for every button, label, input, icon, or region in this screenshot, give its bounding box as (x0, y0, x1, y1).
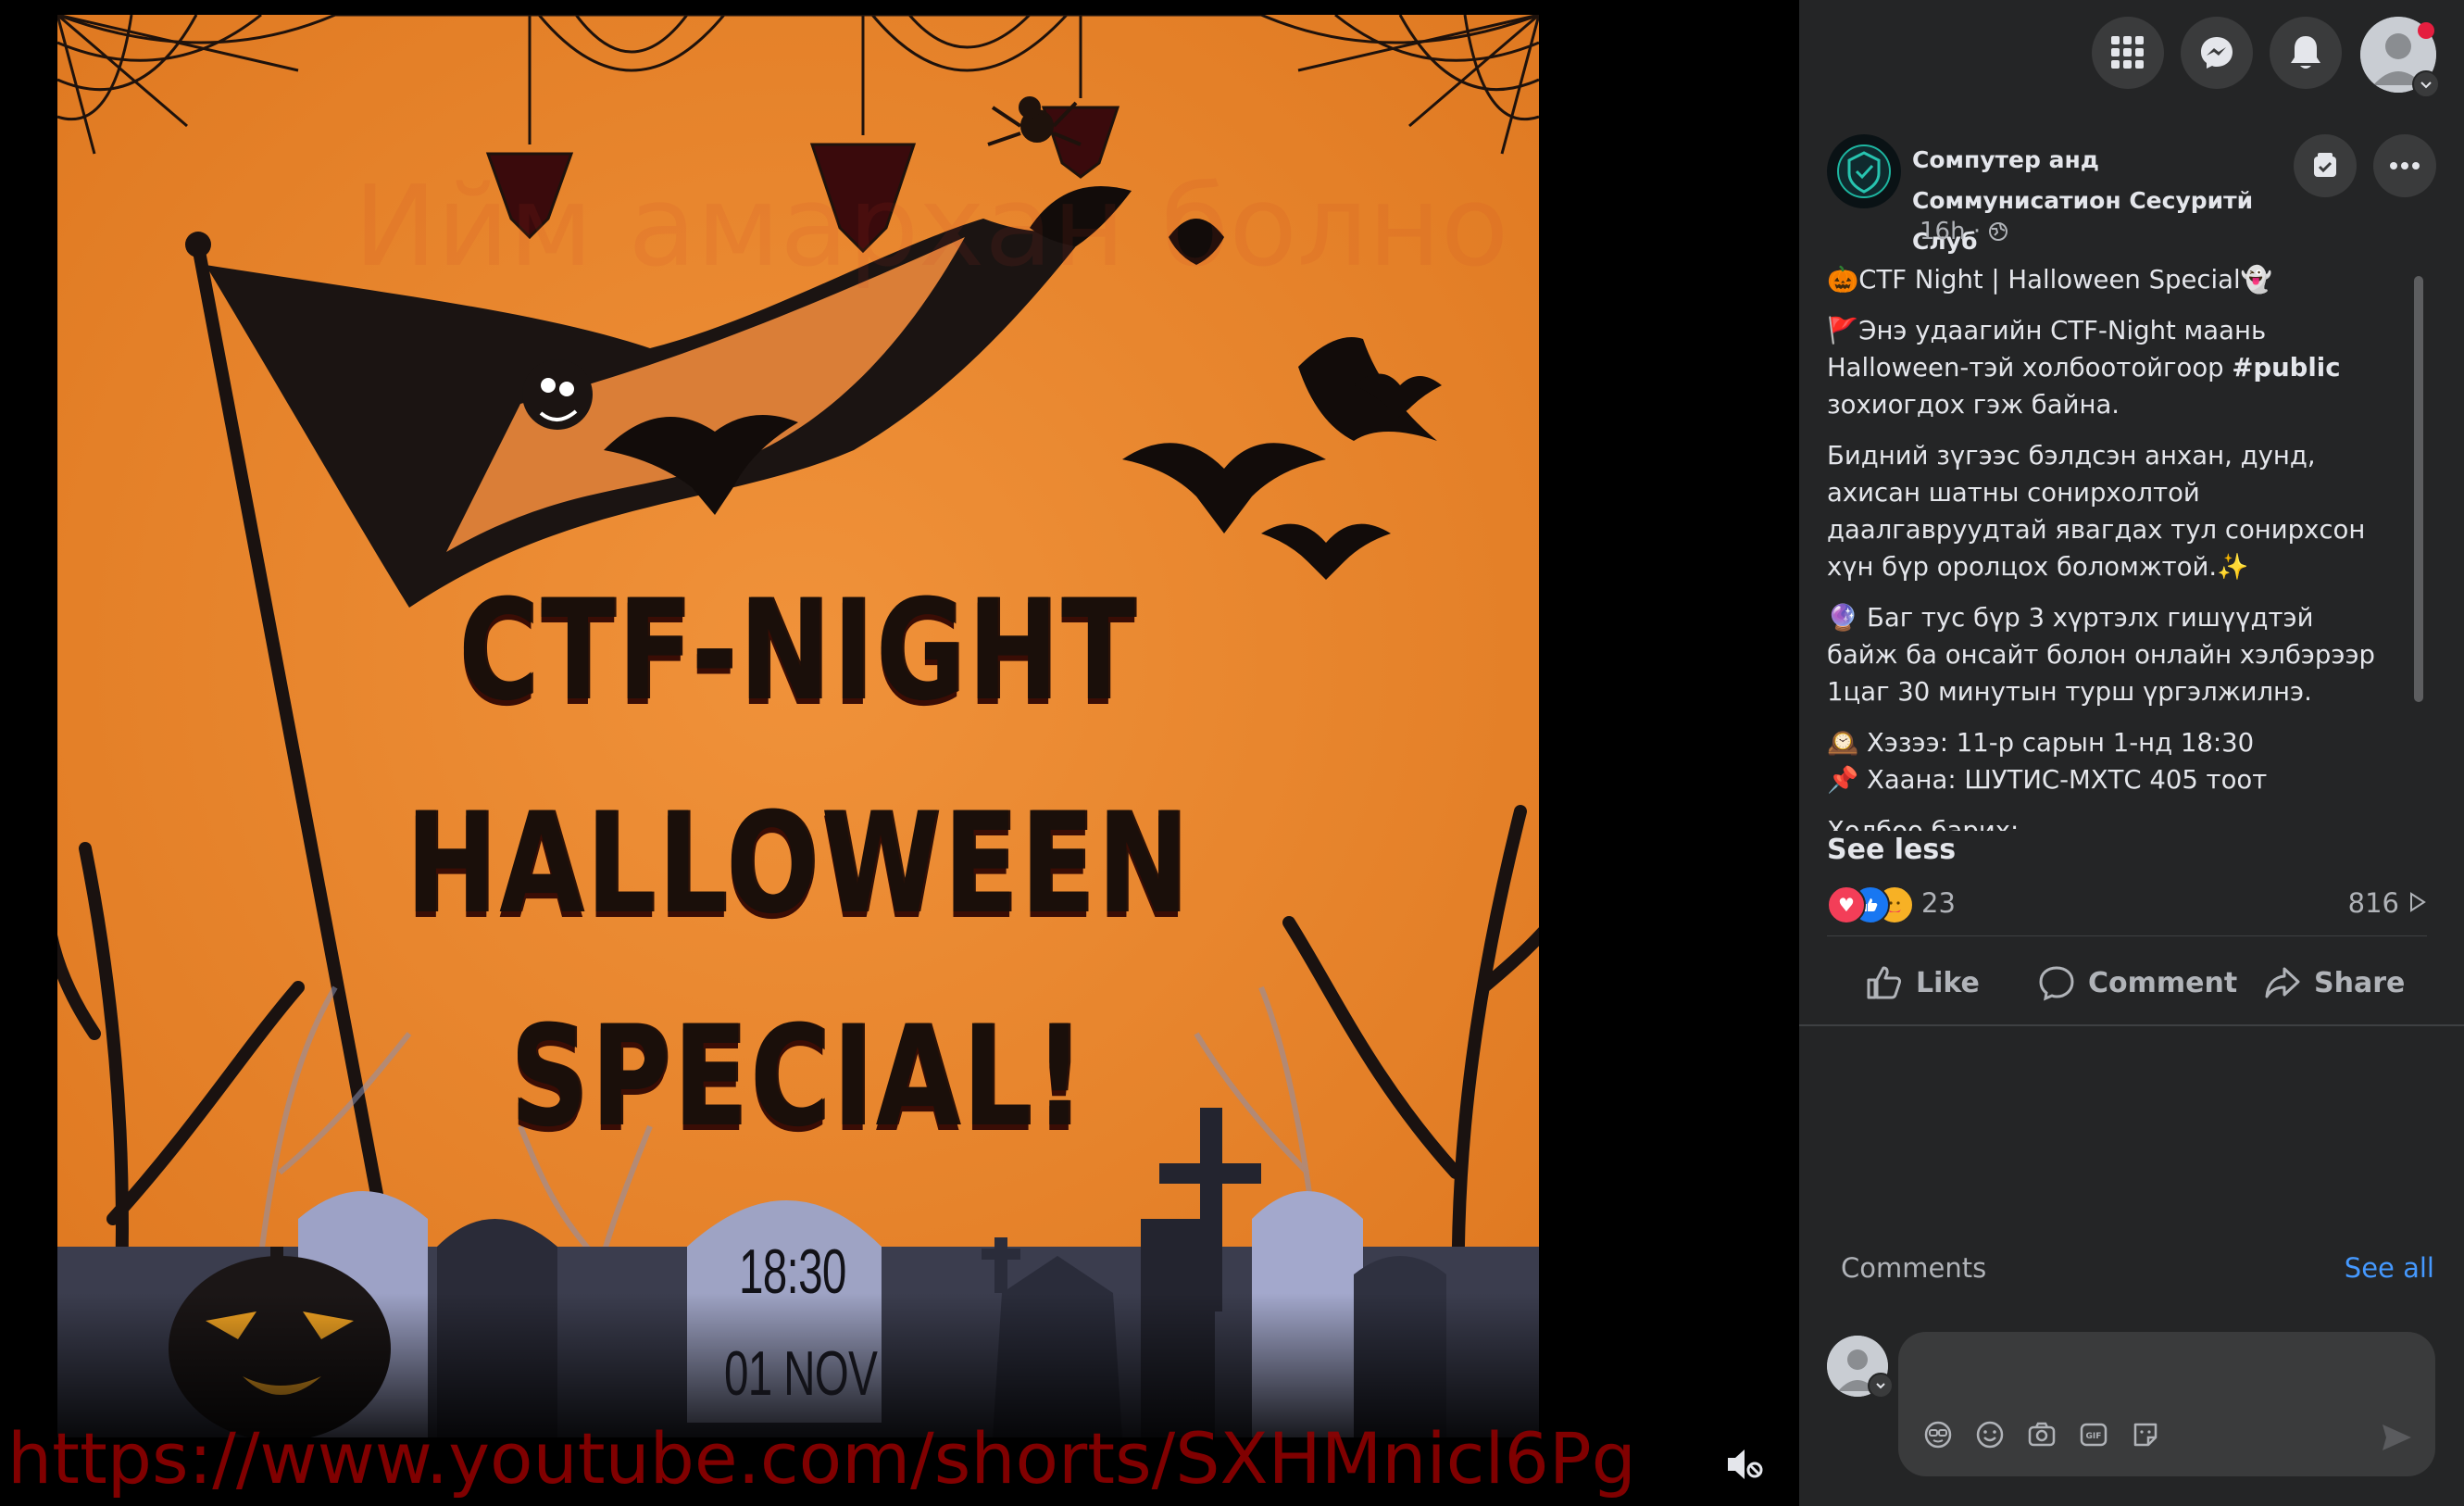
svg-text:GIF: GIF (2086, 1432, 2102, 1441)
account-avatar[interactable] (2360, 17, 2440, 98)
text-scrollbar[interactable] (2414, 276, 2423, 702)
poster-title-line-3: SPECIAL! (509, 997, 1087, 1158)
share-arrow-icon (2265, 967, 2300, 998)
post-paragraph: 🎃CTF Night | Halloween Special👻 (1827, 265, 2272, 295)
like-button[interactable]: Like (1866, 948, 1980, 1017)
save-post-icon[interactable] (2294, 134, 2357, 197)
comments-heading: Comments (1841, 1252, 1987, 1284)
halloween-poster: Ийм амархан болно гэж мэдээгүй CTF-NIGHT… (57, 15, 1539, 1437)
gif-icon[interactable]: GIF (2076, 1417, 2111, 1452)
post-paragraph: 🚩Энэ удаагийн CTF-Night маань Halloween-… (1827, 316, 2341, 420)
comment-button[interactable]: Comment (2038, 948, 2237, 1017)
avatar-sticker-icon[interactable] (1920, 1417, 1956, 1452)
play-icon (2408, 887, 2427, 919)
composer-tools: GIF (1920, 1417, 2163, 1454)
thumbs-up-icon (1867, 966, 1902, 999)
chevron-down-icon[interactable] (2412, 70, 2440, 98)
comment-label: Comment (2088, 966, 2238, 999)
comment-composer[interactable]: GIF (1898, 1332, 2435, 1476)
divider (1827, 935, 2427, 936)
post-time[interactable]: 16h (1920, 218, 1966, 245)
muted-speaker-icon[interactable] (1720, 1441, 1767, 1487)
top-navigation-icons (1799, 17, 2464, 98)
post-actions: Like Comment Share (1827, 948, 2427, 1017)
share-button[interactable]: Share (2264, 948, 2405, 1017)
post-paragraph: 🔮 Баг тус бүр 3 хүртэлх гишүүдтэй байж б… (1827, 603, 2375, 707)
meta-separator: · (1972, 218, 1989, 245)
messenger-icon[interactable] (2181, 17, 2253, 89)
post-header: Сомпутер анд Соммунисатион Сесуритй Слуб… (1827, 134, 2438, 255)
views-count[interactable]: 816 (2348, 887, 2427, 919)
tombstone-time: 18:30 (739, 1236, 846, 1307)
sticker-icon[interactable] (2128, 1417, 2163, 1452)
watermark-text: Ийм амархан болно гэж мэдээгүй (354, 163, 1539, 292)
emoji-icon[interactable] (1972, 1417, 2007, 1452)
divider (1799, 1024, 2464, 1026)
post-paragraph: Холбоо барих: (1827, 816, 2020, 831)
post-side-panel: Сомпутер анд Соммунисатион Сесуритй Слуб… (1799, 0, 2464, 1506)
reaction-count[interactable]: 23 (1921, 887, 1956, 919)
grid-menu-icon[interactable] (2092, 17, 2164, 89)
video-viewer[interactable]: Ийм амархан болно гэж мэдээгүй CTF-NIGHT… (0, 0, 1799, 1506)
notification-dot (2418, 22, 2434, 39)
bell-icon[interactable] (2270, 17, 2342, 89)
camera-icon[interactable] (2024, 1417, 2059, 1452)
tombstone-date: 01 NOV (724, 1338, 878, 1409)
hashtag-link[interactable]: #public (2232, 353, 2340, 383)
like-label: Like (1916, 966, 1980, 999)
globe-icon (1988, 218, 2008, 245)
post-paragraph: Бидний зүгээс бэлдсэн анхан, дунд, ахиса… (1827, 441, 2366, 582)
send-icon[interactable] (2376, 1417, 2417, 1458)
comment-input[interactable] (1926, 1347, 2393, 1386)
see-all-comments-link[interactable]: See all (2345, 1252, 2434, 1284)
more-options-icon[interactable] (2373, 134, 2436, 197)
chevron-down-icon[interactable] (1868, 1373, 1894, 1399)
love-reaction-icon: ♥ (1827, 885, 1866, 924)
post-paragraph: 🕰️ Хэзээ: 11-р сарын 1-нд 18:30 📌 Хаана: … (1827, 728, 2268, 795)
views-number: 816 (2347, 887, 2399, 919)
see-less-button[interactable]: See less (1827, 834, 1956, 866)
share-label: Share (2314, 966, 2406, 999)
post-text: 🎃CTF Night | Halloween Special👻 🚩Энэ уда… (1827, 261, 2384, 831)
poster-title-line-1: CTF-NIGHT (458, 571, 1138, 732)
poster-title-line-2: HALLOWEEN (406, 784, 1191, 945)
page-avatar[interactable] (1827, 134, 1901, 208)
watermark-url: https://www.youtube.com/shorts/SXHMnicl6… (7, 1417, 1636, 1500)
reactions-summary[interactable]: ♥ 23 816 (1827, 882, 2427, 924)
comment-bubble-icon (2039, 966, 2074, 1001)
post-timestamp[interactable]: 16h · (1920, 218, 2008, 245)
